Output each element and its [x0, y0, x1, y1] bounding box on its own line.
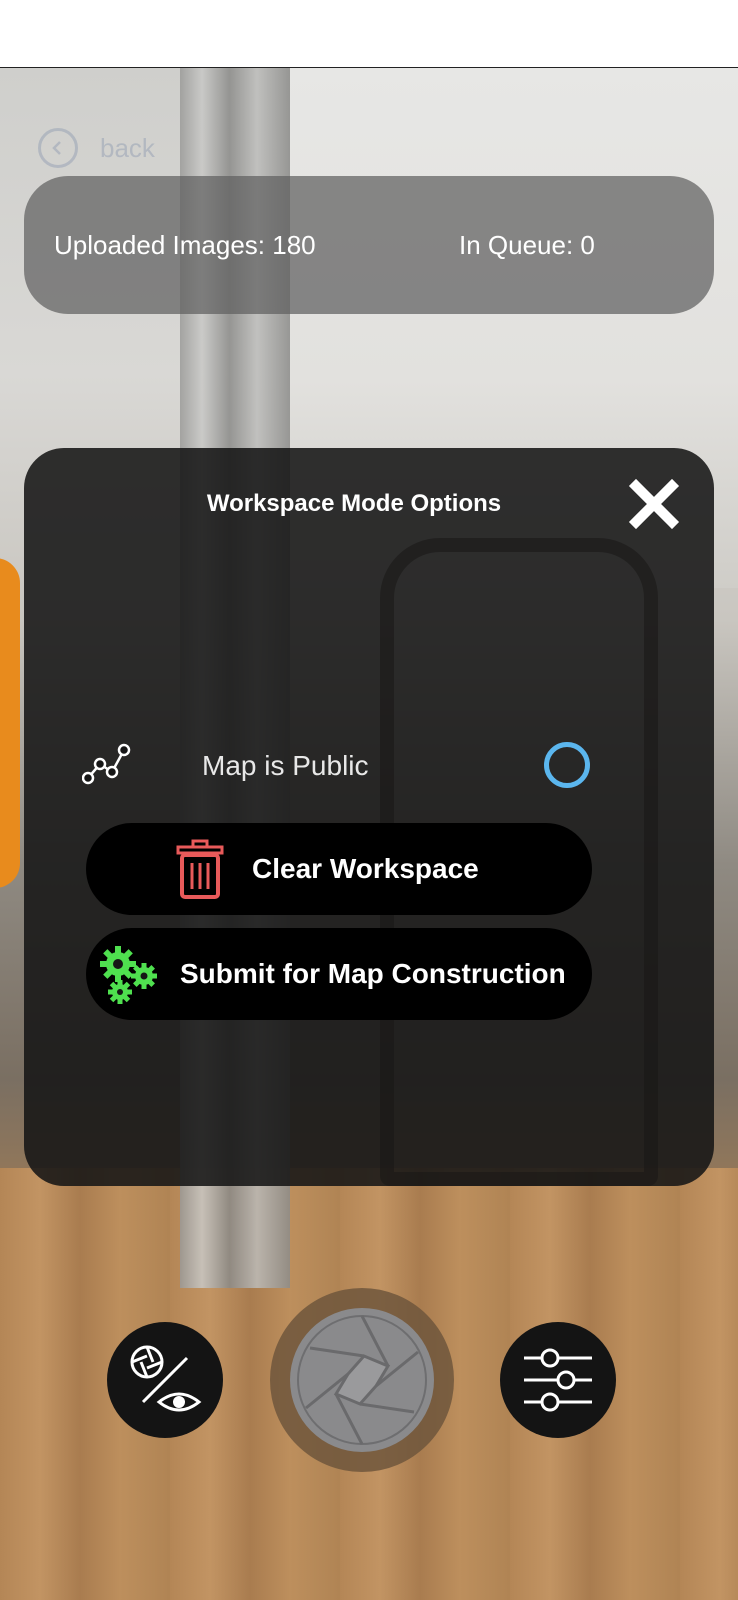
upload-stats-panel: Uploaded Images: 180 In Queue: 0 — [24, 176, 714, 314]
map-public-label: Map is Public — [202, 750, 369, 781]
camera-eye-toggle-button[interactable] — [107, 1322, 223, 1438]
close-icon[interactable] — [628, 478, 680, 530]
status-bar — [0, 0, 738, 69]
trash-icon — [176, 839, 224, 899]
route-icon — [81, 742, 132, 786]
clear-workspace-button[interactable]: Clear Workspace — [86, 823, 592, 915]
shutter-button[interactable] — [270, 1288, 454, 1472]
chevron-left-icon — [38, 128, 78, 168]
map-public-row: Map is Public — [81, 740, 616, 792]
in-queue-count: In Queue: 0 — [459, 229, 595, 260]
clear-workspace-label: Clear Workspace — [252, 853, 479, 884]
gears-icon — [98, 944, 160, 1004]
panel-title: Workspace Mode Options — [206, 490, 502, 517]
submit-map-construction-label: Submit for Map Construction — [180, 958, 566, 989]
camera-eye-toggle-icon — [130, 1345, 202, 1412]
back-label: back — [100, 132, 155, 163]
submit-map-construction-button[interactable]: Submit for Map Construction — [86, 928, 592, 1020]
back-button[interactable]: back — [38, 125, 155, 171]
map-public-toggle[interactable] — [544, 742, 590, 788]
shutter-icon — [290, 1308, 434, 1452]
uploaded-images-count: Uploaded Images: 180 — [54, 229, 316, 260]
sliders-icon — [524, 1348, 592, 1412]
settings-button[interactable] — [500, 1322, 616, 1438]
workspace-options-panel: Workspace Mode Options Map is Public Cle… — [24, 448, 714, 1186]
